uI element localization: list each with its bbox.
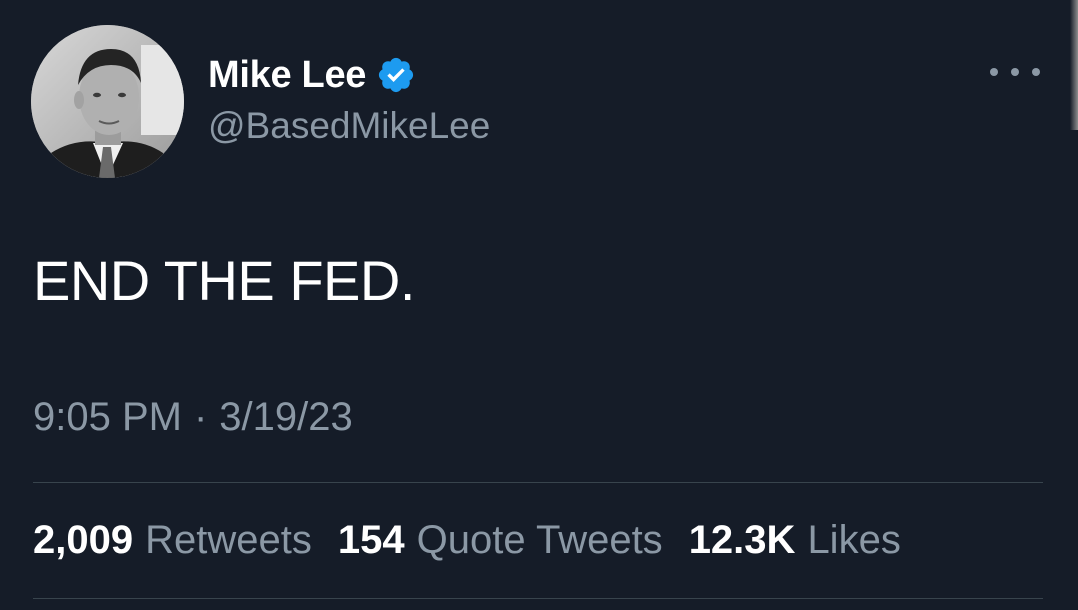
engagement-stats: 2,009 Retweets 154 Quote Tweets 12.3K Li… bbox=[33, 518, 927, 563]
tweet-detail: Mike Lee @BasedMikeLee END THE FED. 9:05… bbox=[0, 0, 1078, 610]
scroll-edge bbox=[1070, 0, 1078, 130]
likes-label: Likes bbox=[807, 518, 901, 562]
avatar[interactable] bbox=[31, 25, 184, 178]
author-display-name[interactable]: Mike Lee bbox=[208, 54, 366, 97]
divider bbox=[33, 598, 1043, 599]
avatar-photo bbox=[31, 25, 184, 178]
quote-tweets-count: 154 bbox=[337, 518, 405, 562]
more-dot bbox=[1011, 68, 1019, 76]
quote-tweets-label: Quote Tweets bbox=[416, 518, 663, 562]
retweets-count: 2,009 bbox=[33, 518, 134, 562]
more-options-icon[interactable] bbox=[990, 58, 1040, 86]
tweet-time: 9:05 PM bbox=[33, 395, 182, 439]
tweet-timestamp[interactable]: 9:05 PM · 3/19/23 bbox=[33, 395, 353, 440]
retweets-label: Retweets bbox=[145, 518, 312, 562]
author-handle[interactable]: @BasedMikeLee bbox=[208, 105, 490, 147]
retweets-stat[interactable]: 2,009 Retweets bbox=[33, 518, 312, 563]
timestamp-separator: · bbox=[193, 395, 208, 439]
divider bbox=[33, 482, 1043, 483]
more-dot bbox=[1032, 68, 1040, 76]
verified-badge-icon bbox=[376, 55, 416, 95]
quote-tweets-stat[interactable]: 154 Quote Tweets bbox=[338, 518, 663, 563]
more-dot bbox=[990, 68, 998, 76]
likes-count: 12.3K bbox=[688, 518, 796, 562]
tweet-text: END THE FED. bbox=[33, 249, 415, 312]
author-name-row[interactable]: Mike Lee bbox=[208, 50, 416, 100]
likes-stat[interactable]: 12.3K Likes bbox=[689, 518, 901, 563]
tweet-date: 3/19/23 bbox=[219, 395, 353, 439]
